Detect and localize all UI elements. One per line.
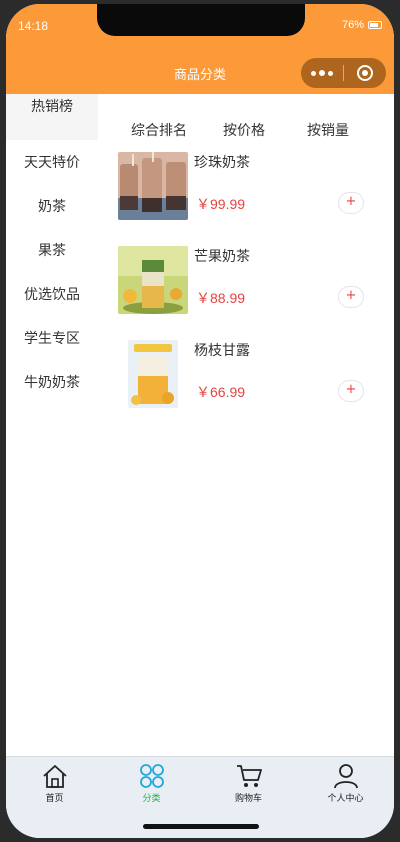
product-image	[118, 246, 188, 314]
sidebar-item-fruit-tea[interactable]: 果茶	[6, 228, 98, 272]
product-item[interactable]: 珍珠奶茶 ￥99.99 +	[118, 152, 378, 224]
product-item[interactable]: 杨枝甘露 ￥66.99 +	[118, 340, 378, 412]
tab-category[interactable]: 分类	[103, 763, 200, 811]
close-target-icon[interactable]	[344, 58, 386, 88]
home-icon	[42, 765, 67, 788]
product-name: 珍珠奶茶	[194, 155, 250, 171]
home-indicator[interactable]	[143, 824, 259, 829]
user-icon	[333, 764, 358, 789]
status-right: 76%	[342, 19, 382, 31]
add-to-cart-button[interactable]: +	[338, 192, 364, 214]
sidebar-item-milk-tea[interactable]: 奶茶	[6, 184, 98, 228]
nav-bar: 商品分类	[6, 50, 394, 94]
product-price: ￥88.99	[196, 290, 246, 306]
product-price: ￥66.99	[196, 384, 246, 400]
tab-home[interactable]: 首页	[6, 763, 103, 811]
product-price: ￥99.99	[196, 196, 246, 212]
product-name: 杨枝甘露	[194, 343, 250, 359]
sort-bar: 综合排名 按价格 按销量	[98, 112, 394, 146]
sidebar-item-student[interactable]: 学生专区	[6, 316, 98, 360]
tab-label: 个人中心	[327, 794, 364, 804]
sort-comprehensive[interactable]: 综合排名	[131, 120, 187, 140]
product-image	[128, 340, 178, 408]
tab-label: 分类	[142, 794, 161, 804]
product-name: 芒果奶茶	[194, 249, 250, 265]
tab-profile[interactable]: 个人中心	[297, 763, 394, 811]
sidebar-item-milk[interactable]: 牛奶奶茶	[6, 360, 98, 404]
battery-icon	[368, 21, 382, 29]
tab-label: 首页	[45, 794, 64, 804]
add-to-cart-button[interactable]: +	[338, 380, 364, 402]
add-to-cart-button[interactable]: +	[338, 286, 364, 308]
product-item[interactable]: 芒果奶茶 ￥88.99 +	[118, 246, 378, 318]
category-icon	[139, 764, 164, 788]
tab-label: 购物车	[234, 794, 262, 804]
more-icon[interactable]	[301, 58, 343, 88]
battery-percent: 76%	[341, 19, 364, 31]
product-image	[118, 152, 188, 220]
phone-frame: 14:18 76% 商品分类 热销榜 天天特价 奶茶 果茶 优选饮品 学生专区 …	[6, 4, 394, 838]
mini-program-capsule	[301, 58, 386, 88]
sidebar-item-daily-deal[interactable]: 天天特价	[6, 140, 98, 184]
sort-price[interactable]: 按价格	[223, 120, 265, 140]
notch	[97, 4, 305, 36]
category-sidebar: 热销榜 天天特价 奶茶 果茶 优选饮品 学生专区 牛奶奶茶	[6, 94, 98, 404]
sidebar-item-selected-drinks[interactable]: 优选饮品	[6, 272, 98, 316]
cart-icon	[236, 765, 262, 787]
sort-sales[interactable]: 按销量	[307, 120, 349, 140]
status-time: 14:18	[18, 19, 49, 33]
tab-cart[interactable]: 购物车	[200, 763, 297, 811]
sidebar-item-hot[interactable]: 热销榜	[6, 94, 98, 140]
